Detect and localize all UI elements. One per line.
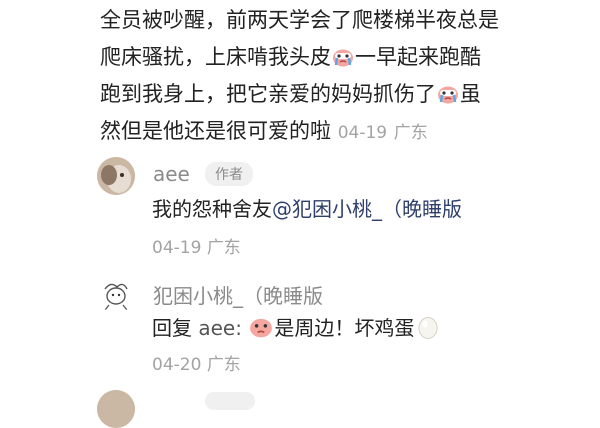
reply-location: 广东 <box>206 355 241 375</box>
author-badge-partial <box>205 392 255 410</box>
reply-target-name[interactable]: aee: <box>198 316 242 340</box>
avatar[interactable] <box>97 390 135 428</box>
avatar[interactable] <box>97 275 135 313</box>
comment-line-4: 然但是他还是很可爱的啦 04-19 广东 <box>100 119 428 143</box>
avatar-photo-icon <box>97 157 135 195</box>
mention-link[interactable]: @犯困小桃_（晚睡版 <box>272 197 462 221</box>
comment-body: 全员被吵醒，前两天学会了爬楼梯半夜总是 爬床骚扰，上床啃我头皮 一早起来跑酷 跑到… <box>100 2 590 152</box>
reply-author-name[interactable]: 犯困小桃_（晚睡版 <box>153 280 323 309</box>
reply-location: 广东 <box>206 238 241 258</box>
doodle-avatar-icon <box>97 275 135 313</box>
reply-prefix: 回复 <box>152 316 192 340</box>
crying-emoji-icon <box>250 318 273 338</box>
reply-author-name[interactable]: aee <box>153 162 190 186</box>
comment-line-3: 跑到我身上，把它亲爱的妈妈抓伤了虽 <box>100 82 481 106</box>
crying-emoji-icon <box>333 49 353 67</box>
reply-meta: 04-19 广东 <box>152 233 241 258</box>
avatar-photo-icon <box>97 390 135 428</box>
reply-date: 04-20 <box>152 355 202 375</box>
comment-line-1: 全员被吵醒，前两天学会了爬楼梯半夜总是 <box>100 8 499 32</box>
crying-emoji-icon <box>438 86 458 104</box>
reply-text: 回复 aee: 是周边！坏鸡蛋 <box>152 312 439 341</box>
reply-date: 04-19 <box>152 238 202 258</box>
reply-text: 我的怨种舍友@犯困小桃_（晚睡版 <box>152 197 462 221</box>
reply-meta: 04-20 广东 <box>152 350 241 375</box>
comment-date: 04-19 <box>337 123 388 143</box>
comment-location: 广东 <box>393 123 428 143</box>
comment-line-2: 爬床骚扰，上床啃我头皮 一早起来跑酷 <box>100 45 481 69</box>
author-badge: 作者 <box>205 162 253 186</box>
egg-emoji-icon <box>418 317 438 339</box>
avatar[interactable] <box>97 157 135 195</box>
